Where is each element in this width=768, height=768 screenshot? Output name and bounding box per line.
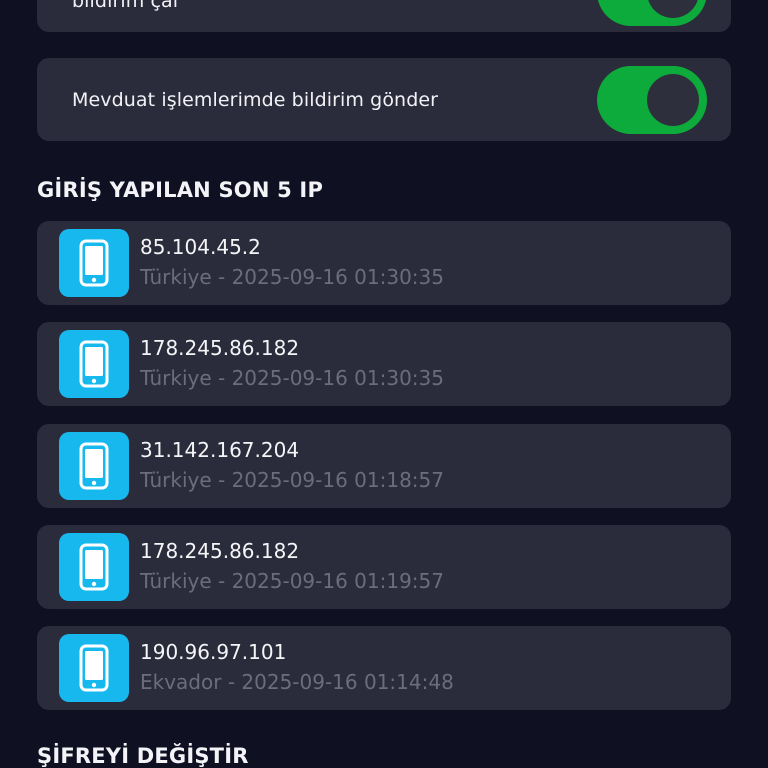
notification-toggle-card-deposit: Mevduat işlemlerimde bildirim gönder — [37, 58, 731, 141]
notification-toggle-label: bildirim çal — [72, 0, 179, 12]
ip-address: 31.142.167.204 — [140, 438, 300, 462]
ip-location-time: Türkiye - 2025-09-16 01:30:35 — [140, 265, 444, 289]
toggle-knob — [647, 0, 699, 18]
list-item: 178.245.86.182 Türkiye - 2025-09-16 01:1… — [37, 525, 731, 609]
deposit-notification-toggle[interactable] — [597, 65, 707, 134]
ip-location-time: Ekvador - 2025-09-16 01:14:48 — [140, 670, 454, 694]
smartphone-icon — [59, 229, 129, 297]
list-item: 178.245.86.182 Türkiye - 2025-09-16 01:3… — [37, 322, 731, 406]
list-item: 85.104.45.2 Türkiye - 2025-09-16 01:30:3… — [37, 221, 731, 305]
list-item: 31.142.167.204 Türkiye - 2025-09-16 01:1… — [37, 424, 731, 508]
ip-address: 178.245.86.182 — [140, 336, 300, 360]
notification-toggle-label: Mevduat işlemlerimde bildirim gönder — [72, 88, 439, 111]
notification-toggle-card-sound: bildirim çal — [37, 0, 731, 32]
ip-address: 190.96.97.101 — [140, 640, 287, 664]
ip-address: 178.245.86.182 — [140, 539, 300, 563]
ip-location-time: Türkiye - 2025-09-16 01:19:57 — [140, 569, 444, 593]
change-password-title[interactable]: ŞİFREYİ DEĞİŞTİR — [37, 744, 249, 768]
security-settings-page: bildirim çal Mevduat işlemlerimde bildir… — [0, 0, 768, 768]
smartphone-icon — [59, 634, 129, 702]
smartphone-icon — [59, 533, 129, 601]
login-history-title: GİRİŞ YAPILAN SON 5 IP — [37, 178, 324, 202]
notification-sound-toggle[interactable] — [597, 0, 707, 26]
ip-location-time: Türkiye - 2025-09-16 01:18:57 — [140, 468, 444, 492]
toggle-knob — [647, 73, 699, 126]
list-item: 190.96.97.101 Ekvador - 2025-09-16 01:14… — [37, 626, 731, 710]
ip-address: 85.104.45.2 — [140, 235, 261, 259]
smartphone-icon — [59, 330, 129, 398]
smartphone-icon — [59, 432, 129, 500]
ip-location-time: Türkiye - 2025-09-16 01:30:35 — [140, 366, 444, 390]
